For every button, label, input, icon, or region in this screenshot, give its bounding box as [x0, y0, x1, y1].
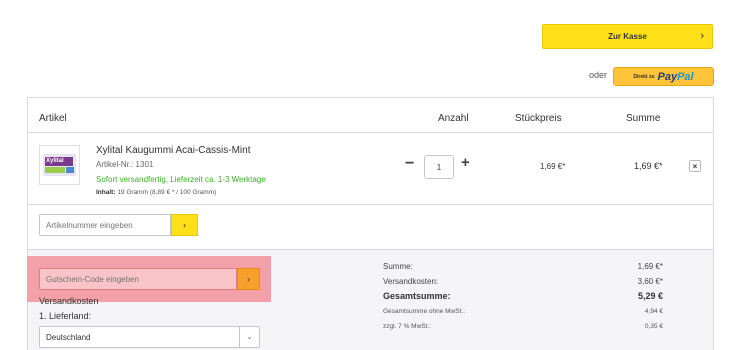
product-thumbnail[interactable]: Xylital [39, 145, 80, 185]
delivery-status: Sofort versandfertig, Lieferzeit ca. 1-3… [96, 175, 266, 184]
shipping-title: Versandkosten [39, 296, 99, 306]
shipping-cost-value: 3,60 €* [637, 277, 663, 286]
quantity-input[interactable] [424, 155, 454, 179]
add-article-row: › [28, 205, 713, 249]
voucher-code-input[interactable] [39, 268, 237, 290]
cart-panel: Artikel Anzahl Stückpreis Summe Xylital … [27, 97, 714, 350]
unit-price: 1,69 €* [540, 162, 566, 171]
quantity-increase-button[interactable]: + [461, 154, 470, 171]
country-select[interactable]: Deutschland ⌄ [39, 326, 260, 348]
net-total-value: 4,94 € [644, 308, 663, 315]
cart-item-row: Xylital Xylital Kaugummi Acai-Cassis-Min… [28, 133, 713, 205]
grand-total-value: 5,29 € [637, 291, 663, 301]
article-number-input[interactable] [39, 214, 171, 236]
cart-footer: › Versandkosten 1. Lieferland: Deutschla… [27, 249, 713, 350]
header-artikel: Artikel [39, 113, 67, 124]
checkout-label: Zur Kasse [608, 32, 647, 41]
paypal-button[interactable]: Direkt zu PayPal [613, 67, 714, 86]
product-content: Inhalt: 19 Gramm (8,89 € * / 100 Gramm) [96, 189, 217, 196]
checkout-button[interactable]: Zur Kasse › [542, 24, 713, 49]
remove-item-button[interactable]: × [689, 160, 701, 172]
voucher-submit-button[interactable]: › [237, 268, 260, 290]
country-value: Deutschland [46, 332, 91, 342]
thumbnail-brand-text: Xylital [46, 158, 64, 164]
add-article-button[interactable]: › [171, 214, 198, 236]
subtotal-label: Summe: [383, 262, 413, 271]
header-stueckpreis: Stückpreis [515, 113, 562, 124]
line-total: 1,69 €* [634, 161, 663, 171]
or-label: oder [589, 70, 608, 80]
paypal-logo: PayPal [657, 70, 694, 83]
net-total-label: Gesamtsumme ohne MwSt.: [383, 308, 465, 315]
quantity-decrease-button[interactable]: − [405, 155, 414, 173]
product-number: Artikel-Nr.: 1301 [96, 160, 154, 169]
product-title[interactable]: Xylital Kaugummi Acai-Cassis-Mint [96, 145, 251, 156]
cart-header: Artikel Anzahl Stückpreis Summe [28, 98, 713, 133]
chevron-down-icon: ⌄ [239, 327, 259, 347]
subtotal-value: 1,69 €* [637, 262, 663, 271]
chevron-right-icon: › [700, 30, 704, 42]
header-summe: Summe [626, 113, 661, 124]
grand-total-label: Gesamtsumme: [383, 291, 451, 301]
vat-label: zzgl. 7 % MwSt.: [383, 323, 432, 330]
paypal-direkt-label: Direkt zu [633, 73, 655, 80]
vat-value: 0,35 € [644, 323, 663, 330]
shipping-cost-label: Versandkosten: [383, 277, 439, 286]
country-label: 1. Lieferland: [39, 311, 92, 321]
header-anzahl: Anzahl [438, 113, 469, 124]
